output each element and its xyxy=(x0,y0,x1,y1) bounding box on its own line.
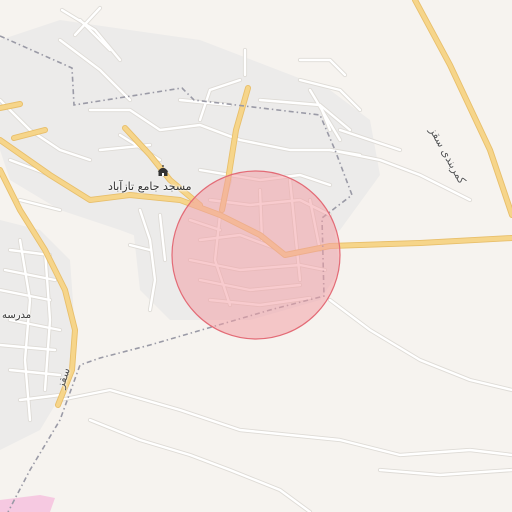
school-label[interactable]: مدرسه ا xyxy=(0,310,31,321)
mosque-label[interactable]: مسجد جامع تازآباد xyxy=(108,180,192,193)
map-view[interactable]: مسجد جامع تازآباد مدرسه ا کمربندی سقز سق… xyxy=(0,0,512,512)
map-canvas[interactable] xyxy=(0,0,512,512)
mosque-icon[interactable] xyxy=(156,164,170,178)
search-radius-circle[interactable] xyxy=(171,170,341,340)
pink-area xyxy=(0,495,55,512)
